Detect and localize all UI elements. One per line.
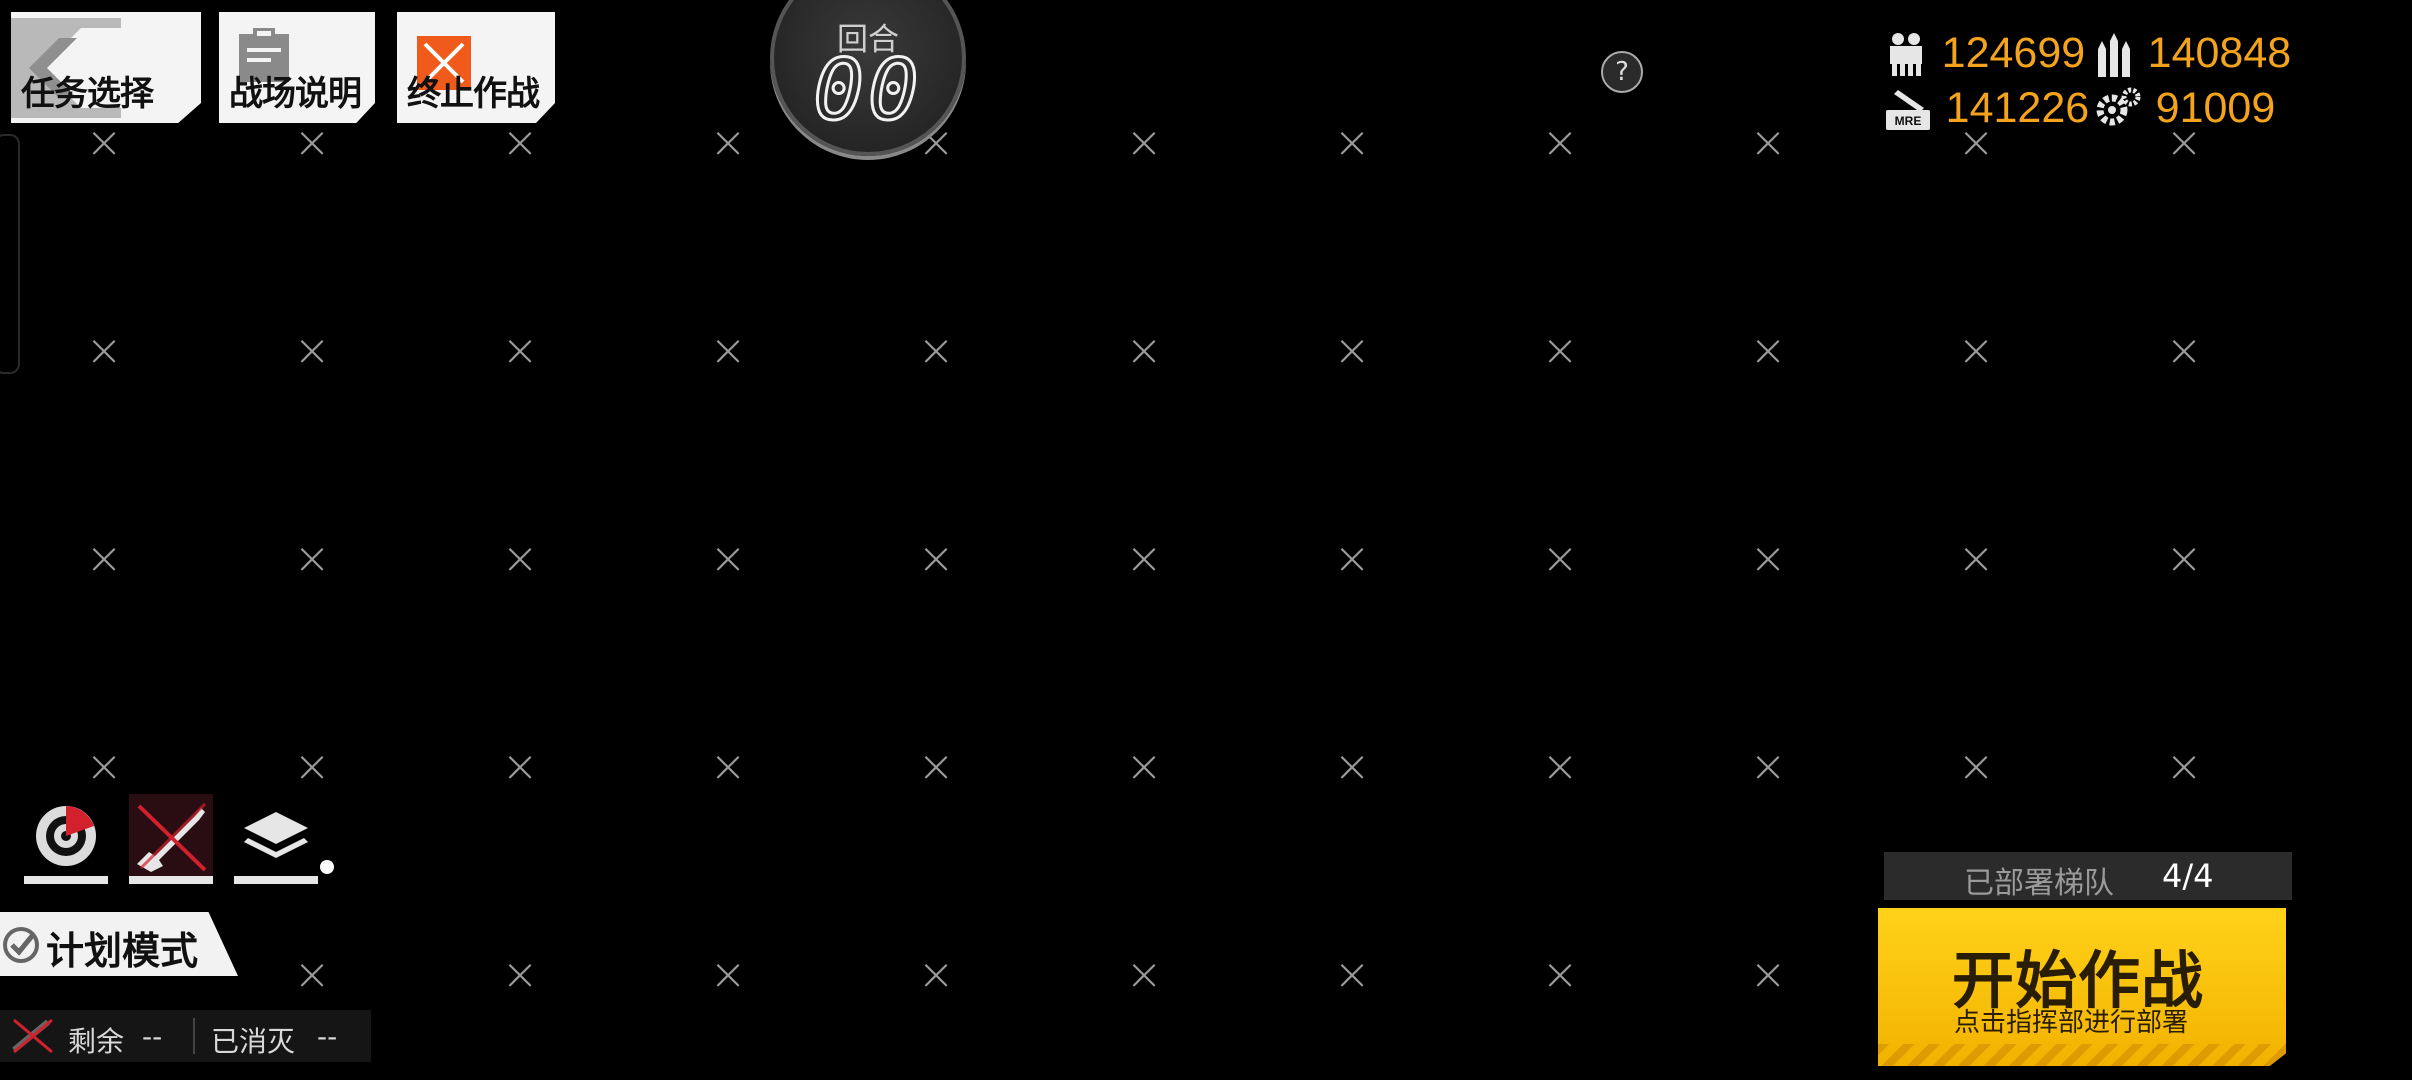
left-edge-panel[interactable] bbox=[0, 134, 20, 374]
manpower-resource: 124699 bbox=[1884, 30, 2085, 77]
plan-mode-label: 计划模式 bbox=[46, 928, 199, 973]
gears-icon bbox=[2096, 87, 2141, 125]
notification-dot bbox=[320, 860, 334, 874]
layers-icon bbox=[244, 812, 308, 858]
status-divider bbox=[193, 1018, 195, 1054]
grid-node-mark: × bbox=[293, 741, 331, 792]
layers-toggle-bar bbox=[234, 876, 318, 884]
grid-node-mark: × bbox=[501, 949, 539, 1000]
grid-node-mark: × bbox=[1541, 533, 1579, 584]
grid-node-mark: × bbox=[1333, 741, 1371, 792]
grid-node-mark: × bbox=[293, 533, 331, 584]
grid-node-mark: × bbox=[709, 117, 747, 168]
ammo-icon bbox=[2098, 32, 2130, 77]
grid-node-mark: × bbox=[85, 741, 123, 792]
grid-node-mark: × bbox=[2165, 533, 2203, 584]
mission-select-label: 任务选择 bbox=[21, 74, 154, 114]
grid-node-mark: × bbox=[709, 741, 747, 792]
enemy-display-toggle[interactable] bbox=[129, 794, 213, 884]
grid-node-mark: × bbox=[1541, 117, 1579, 168]
grid-node-mark: × bbox=[501, 741, 539, 792]
grid-node-mark: × bbox=[1957, 325, 1995, 376]
remaining-label: 剩余 bbox=[68, 1025, 125, 1058]
grid-node-mark: × bbox=[1125, 949, 1163, 1000]
grid-node-mark: × bbox=[293, 117, 331, 168]
parts-value: 91009 bbox=[2155, 84, 2276, 132]
manpower-value: 124699 bbox=[1941, 29, 2086, 77]
battlefield-info-label: 战场说明 bbox=[229, 74, 362, 114]
grid-node-mark: × bbox=[501, 325, 539, 376]
grid-node-mark: × bbox=[501, 117, 539, 168]
enemy-display-toggle-bar bbox=[129, 876, 213, 884]
grid-node-mark: × bbox=[1749, 533, 1787, 584]
eliminated-value: -- bbox=[317, 1020, 338, 1053]
grid-node-mark: × bbox=[1957, 533, 1995, 584]
grid-node-mark: × bbox=[85, 325, 123, 376]
grid-node-mark: × bbox=[917, 533, 955, 584]
grid-node-mark: × bbox=[1749, 741, 1787, 792]
abort-battle-button[interactable]: 终止作战 bbox=[397, 12, 555, 123]
rations-icon-text: MRE bbox=[1895, 114, 1922, 128]
grid-node-mark: × bbox=[1541, 325, 1579, 376]
grid-node-mark: × bbox=[1125, 741, 1163, 792]
deployed-echelons-label: 已部署梯队 bbox=[1964, 866, 2114, 901]
hazard-stripes bbox=[1878, 1044, 2286, 1066]
help-button[interactable]: ? bbox=[1601, 51, 1643, 93]
battlefield-info-button[interactable]: 战场说明 bbox=[219, 12, 375, 123]
grid-node-mark: × bbox=[1125, 325, 1163, 376]
grid-node-mark: × bbox=[709, 949, 747, 1000]
grid-node-mark: × bbox=[917, 949, 955, 1000]
check-circle-icon bbox=[3, 927, 39, 963]
grid-node-mark: × bbox=[293, 949, 331, 1000]
target-toggle-bar bbox=[24, 876, 108, 884]
parts-resource: 91009 bbox=[2094, 85, 2275, 132]
start-battle-button[interactable]: 开始作战 点击指挥部进行部署 bbox=[1878, 908, 2286, 1066]
ammo-value: 140848 bbox=[2147, 29, 2292, 77]
grid-node-mark: × bbox=[1125, 117, 1163, 168]
grid-node-mark: × bbox=[85, 117, 123, 168]
grid-node-mark: × bbox=[1125, 533, 1163, 584]
remaining-value: -- bbox=[142, 1020, 163, 1053]
target-toggle[interactable] bbox=[24, 794, 108, 884]
grid-node-mark: × bbox=[2165, 325, 2203, 376]
manpower-icon bbox=[1890, 32, 1922, 76]
grid-node-mark: × bbox=[1749, 949, 1787, 1000]
rations-value: 141226 bbox=[1945, 84, 2090, 132]
grid-node-mark: × bbox=[1749, 325, 1787, 376]
grid-node-mark: × bbox=[1333, 949, 1371, 1000]
crossed-rifle-icon bbox=[12, 1018, 53, 1054]
grid-node-mark: × bbox=[709, 533, 747, 584]
grid-node-mark: × bbox=[1541, 741, 1579, 792]
mission-select-button[interactable]: 任务选择 bbox=[11, 12, 201, 123]
grid-node-mark: × bbox=[85, 533, 123, 584]
grid-node-mark: × bbox=[1333, 533, 1371, 584]
grid-node-mark: × bbox=[1541, 949, 1579, 1000]
grid-node-mark: × bbox=[1957, 741, 1995, 792]
deployed-echelons-value: 4/4 bbox=[2162, 857, 2214, 895]
rations-resource: MRE 141226 bbox=[1884, 85, 2089, 132]
abort-battle-label: 终止作战 bbox=[407, 74, 540, 114]
rifle-icon bbox=[137, 802, 207, 872]
turn-value: 00 bbox=[812, 41, 923, 139]
grid-node-mark: × bbox=[1749, 117, 1787, 168]
grid-node-mark: × bbox=[917, 741, 955, 792]
grid-node-mark: × bbox=[1333, 325, 1371, 376]
grid-node-mark: × bbox=[709, 325, 747, 376]
eliminated-label: 已消灭 bbox=[211, 1025, 296, 1058]
rations-icon: MRE bbox=[1886, 89, 1930, 130]
radar-target-icon bbox=[36, 806, 96, 866]
plan-mode-button[interactable]: 计划模式 bbox=[0, 912, 238, 976]
grid-node-mark: × bbox=[1333, 117, 1371, 168]
grid-node-mark: × bbox=[2165, 741, 2203, 792]
grid-node-mark: × bbox=[293, 325, 331, 376]
layers-toggle[interactable] bbox=[234, 794, 318, 884]
deployed-echelons-bar: 已部署梯队 4/4 bbox=[1884, 852, 2292, 901]
grid-node-mark: × bbox=[501, 533, 539, 584]
start-battle-subtitle: 点击指挥部进行部署 bbox=[1954, 1008, 2189, 1038]
grid-node-mark: × bbox=[917, 325, 955, 376]
enemy-status-bar: 剩余 -- 已消灭 -- bbox=[0, 1010, 371, 1062]
ammo-resource: 140848 bbox=[2094, 30, 2291, 77]
